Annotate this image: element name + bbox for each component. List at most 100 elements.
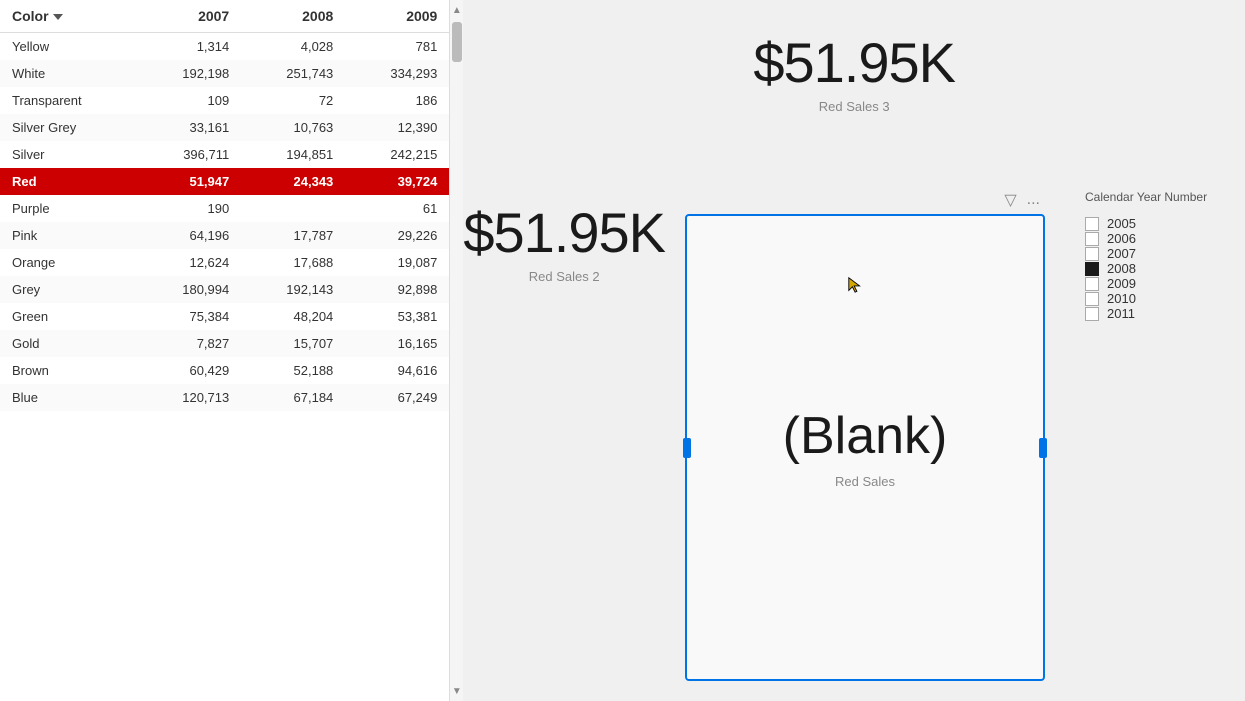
year-2007-header[interactable]: 2007: [137, 0, 241, 33]
value-2007-cell: 1,314: [137, 33, 241, 61]
legend-label-2005: 2005: [1107, 216, 1136, 231]
value-2009-cell: 92,898: [345, 276, 449, 303]
blank-card[interactable]: (Blank) Red Sales: [685, 214, 1045, 681]
value-2009-cell: 29,226: [345, 222, 449, 249]
value-2007-cell: 192,198: [137, 60, 241, 87]
blank-card-label: Red Sales: [835, 474, 895, 489]
legend-label-2006: 2006: [1107, 231, 1136, 246]
color-cell: Purple: [0, 195, 137, 222]
table-row[interactable]: Orange12,62417,68819,087: [0, 249, 449, 276]
table-row[interactable]: Blue120,71367,18467,249: [0, 384, 449, 411]
value-2008-cell: 17,787: [241, 222, 345, 249]
legend-label-2009: 2009: [1107, 276, 1136, 291]
legend-checkbox-2009[interactable]: [1085, 277, 1099, 291]
color-cell: Green: [0, 303, 137, 330]
filter-icon[interactable]: ▽: [1004, 190, 1016, 210]
legend-checkbox-2010[interactable]: [1085, 292, 1099, 306]
table-scroll[interactable]: Color 2007 2008 2009 Yellow1,3144,028781…: [0, 0, 463, 701]
value-2009-cell: 186: [345, 87, 449, 114]
right-panel: $51.95K Red Sales 3 $51.95K Red Sales 2 …: [463, 0, 1245, 701]
blank-card-container: ▽ ... (Blank) Red Sales: [665, 180, 1065, 691]
value-2007-cell: 64,196: [137, 222, 241, 249]
kpi-middle-label: Red Sales 2: [529, 269, 600, 284]
table-row[interactable]: Grey180,994192,14392,898: [0, 276, 449, 303]
year-2008-header[interactable]: 2008: [241, 0, 345, 33]
value-2007-cell: 12,624: [137, 249, 241, 276]
legend-checkbox-2006[interactable]: [1085, 232, 1099, 246]
kpi-top-value: $51.95K: [753, 30, 955, 95]
table-row[interactable]: Silver396,711194,851242,215: [0, 141, 449, 168]
year-2009-header[interactable]: 2009: [345, 0, 449, 33]
scrollbar[interactable]: ▲ ▼: [449, 0, 463, 701]
table-row[interactable]: Yellow1,3144,028781: [0, 33, 449, 61]
value-2008-cell: [241, 195, 345, 222]
color-cell: Blue: [0, 384, 137, 411]
value-2007-cell: 190: [137, 195, 241, 222]
table-row[interactable]: Brown60,42952,18894,616: [0, 357, 449, 384]
legend-checkbox-2007[interactable]: [1085, 247, 1099, 261]
legend-item-2006[interactable]: 2006: [1085, 231, 1225, 246]
legend-item-2008[interactable]: 2008: [1085, 261, 1225, 276]
legend-item-2005[interactable]: 2005: [1085, 216, 1225, 231]
value-2009-cell: 334,293: [345, 60, 449, 87]
value-2008-cell: 17,688: [241, 249, 345, 276]
legend-items: 2005200620072008200920102011: [1085, 216, 1225, 321]
table-row[interactable]: Pink64,19617,78729,226: [0, 222, 449, 249]
table-body: Yellow1,3144,028781White192,198251,74333…: [0, 33, 449, 412]
color-header-label: Color: [12, 8, 49, 24]
value-2009-cell: 242,215: [345, 141, 449, 168]
legend-item-2007[interactable]: 2007: [1085, 246, 1225, 261]
sort-arrow-icon: [53, 14, 63, 20]
table-container: Color 2007 2008 2009 Yellow1,3144,028781…: [0, 0, 463, 701]
table-row[interactable]: Purple19061: [0, 195, 449, 222]
table-row[interactable]: Gold7,82715,70716,165: [0, 330, 449, 357]
card-controls: ▽ ...: [685, 190, 1045, 210]
scroll-down-button[interactable]: ▼: [450, 681, 464, 701]
scroll-thumb[interactable]: [452, 22, 462, 62]
table-row[interactable]: Green75,38448,20453,381: [0, 303, 449, 330]
value-2008-cell: 48,204: [241, 303, 345, 330]
value-2008-cell: 194,851: [241, 141, 345, 168]
left-panel: Color 2007 2008 2009 Yellow1,3144,028781…: [0, 0, 463, 701]
color-cell: Yellow: [0, 33, 137, 61]
value-2007-cell: 396,711: [137, 141, 241, 168]
value-2008-cell: 10,763: [241, 114, 345, 141]
color-cell: Transparent: [0, 87, 137, 114]
kpi-middle-value: $51.95K: [463, 200, 665, 265]
table-row[interactable]: Red51,94724,34339,724: [0, 168, 449, 195]
value-2007-cell: 75,384: [137, 303, 241, 330]
legend-checkbox-2008[interactable]: [1085, 262, 1099, 276]
more-options-icon[interactable]: ...: [1027, 191, 1040, 209]
color-cell: Silver Grey: [0, 114, 137, 141]
legend-label-2007: 2007: [1107, 246, 1136, 261]
table-row[interactable]: Transparent10972186: [0, 87, 449, 114]
kpi-top-label: Red Sales 3: [753, 99, 955, 114]
table-row[interactable]: Silver Grey33,16110,76312,390: [0, 114, 449, 141]
kpi-top-card: $51.95K Red Sales 3: [713, 20, 995, 170]
value-2007-cell: 60,429: [137, 357, 241, 384]
value-2009-cell: 19,087: [345, 249, 449, 276]
value-2007-cell: 7,827: [137, 330, 241, 357]
legend-item-2011[interactable]: 2011: [1085, 306, 1225, 321]
table-row[interactable]: White192,198251,743334,293: [0, 60, 449, 87]
value-2007-cell: 51,947: [137, 168, 241, 195]
value-2009-cell: 16,165: [345, 330, 449, 357]
legend-label-2010: 2010: [1107, 291, 1136, 306]
value-2009-cell: 94,616: [345, 357, 449, 384]
color-column-header[interactable]: Color: [0, 0, 137, 33]
value-2007-cell: 33,161: [137, 114, 241, 141]
legend-checkbox-2005[interactable]: [1085, 217, 1099, 231]
value-2007-cell: 180,994: [137, 276, 241, 303]
color-cell: Pink: [0, 222, 137, 249]
card-right-handle: [1039, 438, 1047, 458]
value-2009-cell: 12,390: [345, 114, 449, 141]
scroll-up-button[interactable]: ▲: [450, 0, 464, 20]
color-cell: Silver: [0, 141, 137, 168]
value-2008-cell: 15,707: [241, 330, 345, 357]
legend-item-2010[interactable]: 2010: [1085, 291, 1225, 306]
value-2009-cell: 67,249: [345, 384, 449, 411]
legend-checkbox-2011[interactable]: [1085, 307, 1099, 321]
kpi-top-area: $51.95K Red Sales 3: [463, 0, 1245, 170]
legend-item-2009[interactable]: 2009: [1085, 276, 1225, 291]
value-2007-cell: 109: [137, 87, 241, 114]
